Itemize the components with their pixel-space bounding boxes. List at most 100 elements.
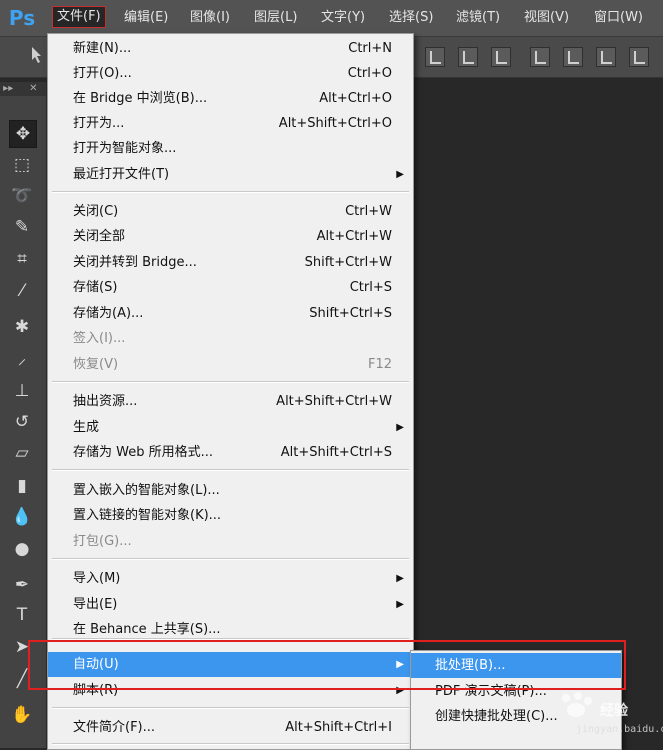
menu-item-shortcut: Alt+Shift+Ctrl+S bbox=[280, 445, 392, 460]
menu-item-revert: 恢复(V) F12 bbox=[48, 352, 413, 377]
toolbox-header[interactable]: ▸▸ ✕ bbox=[0, 82, 46, 96]
menu-file[interactable]: 文件(F) bbox=[52, 6, 106, 28]
menu-filter[interactable]: 滤镜(T) bbox=[452, 8, 504, 28]
annotation-highlight-box bbox=[28, 640, 626, 690]
menu-item-shortcut: Ctrl+S bbox=[349, 280, 392, 295]
hand-tool-icon[interactable]: ✋ bbox=[9, 702, 35, 728]
menu-item-label: 最近打开文件(T) bbox=[73, 167, 170, 182]
menu-item-label: 关闭并转到 Bridge... bbox=[73, 255, 197, 270]
stamp-tool-icon[interactable]: ⊥ bbox=[9, 378, 35, 404]
distribute-left-icon[interactable] bbox=[629, 47, 649, 67]
watermark-url: jingyan.baidu.com bbox=[576, 724, 663, 735]
baidu-jingyan-watermark: 经验 jingyan.baidu.com bbox=[556, 690, 663, 742]
menu-item-shortcut: Ctrl+N bbox=[348, 41, 392, 56]
menu-separator bbox=[52, 381, 409, 383]
menu-item-label: 新建(N)... bbox=[73, 41, 132, 56]
menu-item-label: 打开(O)... bbox=[73, 66, 132, 81]
menu-item-check-in: 签入(I)... bbox=[48, 326, 413, 351]
menu-separator bbox=[52, 191, 409, 193]
menu-item-share-behance[interactable]: 在 Behance 上共享(S)... bbox=[48, 617, 413, 642]
crop-tool-icon[interactable]: ⌗ bbox=[9, 246, 35, 272]
lasso-tool-icon[interactable]: ➰ bbox=[9, 183, 35, 209]
menu-item-import[interactable]: 导入(M) ▶ bbox=[48, 566, 413, 591]
menu-item-label: 文件简介(F)... bbox=[73, 720, 156, 735]
pen-tool-icon[interactable]: ✒ bbox=[9, 572, 35, 598]
submenu-arrow-icon: ▶ bbox=[396, 169, 404, 180]
submenu-arrow-icon: ▶ bbox=[396, 422, 404, 433]
menu-item-close[interactable]: 关闭(C) Ctrl+W bbox=[48, 199, 413, 224]
menu-item-label: 导出(E) bbox=[73, 597, 118, 612]
menu-item-shortcut: Alt+Ctrl+O bbox=[319, 91, 392, 106]
brush-tool-icon[interactable]: ⸝ bbox=[9, 346, 35, 372]
menu-item-shortcut: Alt+Shift+Ctrl+I bbox=[285, 720, 392, 735]
photoshop-logo: Ps bbox=[8, 6, 36, 30]
menu-bar: Ps 文件(F) 编辑(E) 图像(I) 图层(L) 文字(Y) 选择(S) 滤… bbox=[0, 0, 663, 37]
menu-layer[interactable]: 图层(L) bbox=[250, 8, 301, 28]
menu-type[interactable]: 文字(Y) bbox=[317, 8, 369, 28]
menu-image[interactable]: 图像(I) bbox=[186, 8, 234, 28]
menu-item-shortcut: Shift+Ctrl+S bbox=[309, 306, 392, 321]
menu-item-save-as[interactable]: 存储为(A)... Shift+Ctrl+S bbox=[48, 301, 413, 326]
menu-item-label: 生成 bbox=[73, 420, 100, 435]
menu-item-close-all[interactable]: 关闭全部 Alt+Ctrl+W bbox=[48, 224, 413, 249]
menu-separator bbox=[52, 558, 409, 560]
menu-item-shortcut: Alt+Shift+Ctrl+O bbox=[278, 116, 392, 131]
menu-item-label: 置入嵌入的智能对象(L)... bbox=[73, 483, 220, 498]
menu-item-label: 存储为(A)... bbox=[73, 306, 144, 321]
menu-separator bbox=[52, 469, 409, 471]
menu-item-label: 打开为智能对象... bbox=[73, 141, 177, 156]
menu-item-label: 签入(I)... bbox=[73, 331, 126, 346]
menu-item-label: 置入链接的智能对象(K)... bbox=[73, 508, 222, 523]
align-hcenter-icon[interactable] bbox=[458, 47, 478, 67]
history-brush-tool-icon[interactable]: ↺ bbox=[9, 409, 35, 435]
menu-item-browse-bridge[interactable]: 在 Bridge 中浏览(B)... Alt+Ctrl+O bbox=[48, 86, 413, 111]
menu-item-open[interactable]: 打开(O)... Ctrl+O bbox=[48, 61, 413, 86]
menu-select[interactable]: 选择(S) bbox=[385, 8, 437, 28]
menu-item-shortcut: Ctrl+O bbox=[347, 66, 392, 81]
submenu-arrow-icon: ▶ bbox=[396, 573, 404, 584]
gradient-tool-icon[interactable]: ▮ bbox=[9, 473, 35, 499]
menu-item-save[interactable]: 存储(S) Ctrl+S bbox=[48, 275, 413, 300]
menu-item-label: 关闭(C) bbox=[73, 204, 119, 219]
align-left-icon[interactable] bbox=[425, 47, 445, 67]
menu-item-export[interactable]: 导出(E) ▶ bbox=[48, 592, 413, 617]
menu-window[interactable]: 窗口(W) bbox=[590, 8, 647, 28]
menu-item-file-info[interactable]: 文件简介(F)... Alt+Shift+Ctrl+I bbox=[48, 715, 413, 740]
menu-item-new[interactable]: 新建(N)... Ctrl+N bbox=[48, 36, 413, 61]
move-tool-icon[interactable]: ✥ bbox=[9, 120, 37, 148]
menu-item-label: 抽出资源... bbox=[73, 394, 138, 409]
menu-item-open-smart-object[interactable]: 打开为智能对象... bbox=[48, 136, 413, 161]
eyedropper-tool-icon[interactable]: ⁄ bbox=[9, 278, 35, 304]
distribute-vcenter-icon[interactable] bbox=[563, 47, 583, 67]
align-right-icon[interactable] bbox=[491, 47, 511, 67]
menu-item-label: 在 Behance 上共享(S)... bbox=[73, 622, 221, 637]
eraser-tool-icon[interactable]: ▱ bbox=[9, 440, 35, 466]
menu-item-label: 在 Bridge 中浏览(B)... bbox=[73, 91, 208, 106]
marquee-tool-icon[interactable]: ⬚ bbox=[9, 152, 35, 178]
menu-item-shortcut: Shift+Ctrl+W bbox=[304, 255, 392, 270]
distribute-top-icon[interactable] bbox=[530, 47, 550, 67]
menu-item-save-for-web[interactable]: 存储为 Web 所用格式... Alt+Shift+Ctrl+S bbox=[48, 440, 413, 465]
menu-item-label: 导入(M) bbox=[73, 571, 121, 586]
menu-item-generate[interactable]: 生成 ▶ bbox=[48, 415, 413, 440]
menu-item-place-embedded[interactable]: 置入嵌入的智能对象(L)... bbox=[48, 478, 413, 503]
move-tool-preset-icon[interactable] bbox=[30, 46, 46, 64]
menu-separator bbox=[52, 743, 409, 745]
menu-item-place-linked[interactable]: 置入链接的智能对象(K)... bbox=[48, 503, 413, 528]
menu-separator bbox=[52, 707, 409, 709]
dodge-tool-icon[interactable]: ● bbox=[9, 536, 35, 562]
menu-item-extract-assets[interactable]: 抽出资源... Alt+Shift+Ctrl+W bbox=[48, 389, 413, 414]
blur-tool-icon[interactable]: 💧 bbox=[9, 504, 35, 530]
menu-item-label: 打开为... bbox=[73, 116, 125, 131]
healing-brush-tool-icon[interactable]: ✱ bbox=[9, 314, 35, 340]
menu-item-label: 关闭全部 bbox=[73, 229, 126, 244]
menu-item-package: 打包(G)... bbox=[48, 529, 413, 554]
menu-item-close-go-bridge[interactable]: 关闭并转到 Bridge... Shift+Ctrl+W bbox=[48, 250, 413, 275]
menu-view[interactable]: 视图(V) bbox=[520, 8, 573, 28]
distribute-bottom-icon[interactable] bbox=[596, 47, 616, 67]
type-tool-icon[interactable]: T bbox=[9, 602, 35, 628]
quick-select-tool-icon[interactable]: ✎ bbox=[9, 214, 35, 240]
menu-item-recent-files[interactable]: 最近打开文件(T) ▶ bbox=[48, 162, 413, 187]
menu-edit[interactable]: 编辑(E) bbox=[120, 8, 172, 28]
menu-item-open-as[interactable]: 打开为... Alt+Shift+Ctrl+O bbox=[48, 111, 413, 136]
